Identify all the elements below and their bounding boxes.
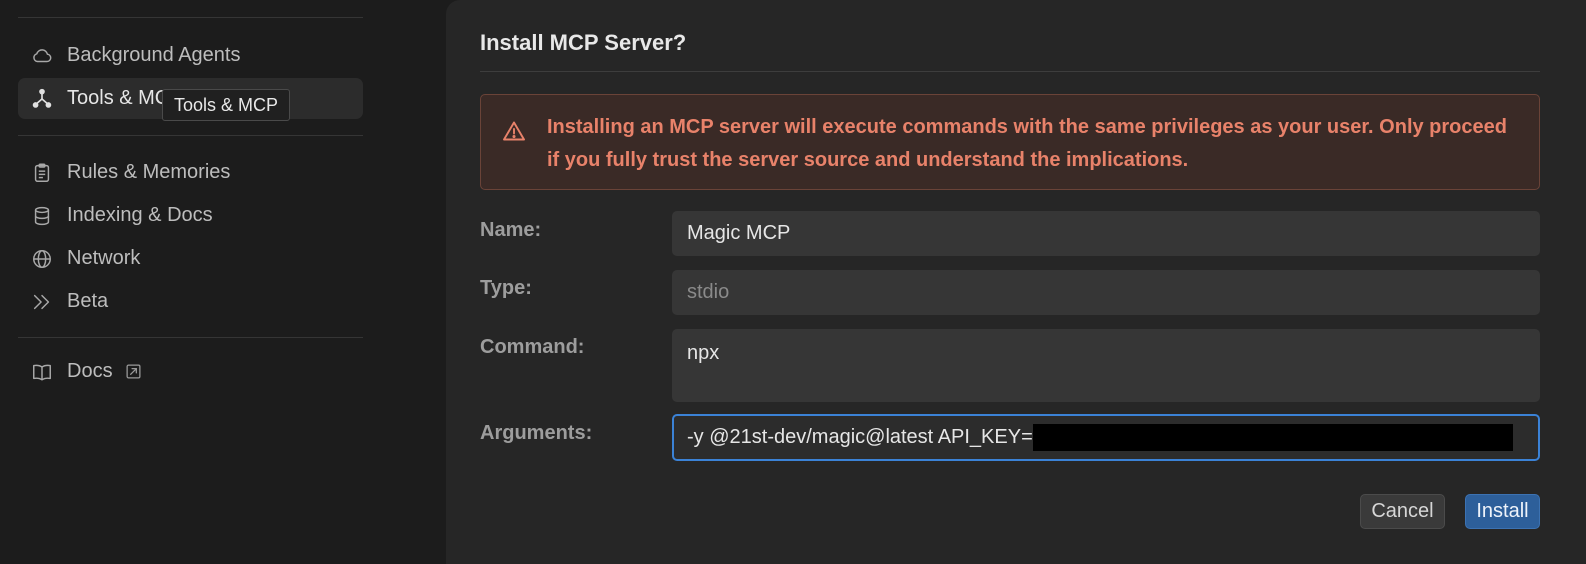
type-field-value: stdio [687,281,730,303]
name-label: Name: [480,219,542,241]
warning-message: Installing an MCP server will execute co… [547,116,1507,171]
sidebar-item-network[interactable]: Network [18,238,363,279]
sidebar-item-label: Background Agents [67,44,241,66]
name-field[interactable]: Magic MCP [672,211,1540,256]
sidebar-item-docs[interactable]: Docs [18,351,363,392]
tooltip: Tools & MCP [162,89,291,121]
sidebar-item-rules-memories[interactable]: Rules & Memories [18,152,363,193]
sidebar-item-indexing-docs[interactable]: Indexing & Docs [18,195,363,236]
book-icon [30,360,54,384]
install-mcp-dialog: Install MCP Server? Installing an MCP se… [446,0,1586,564]
warning-triangle-icon [502,119,526,143]
sidebar-item-label: Rules & Memories [67,161,231,183]
title-divider [480,71,1540,72]
redacted-api-key [1032,424,1513,451]
arguments-label: Arguments: [480,422,593,444]
globe-icon [30,247,54,271]
command-field-value: npx [687,342,720,364]
type-label: Type: [480,277,532,299]
command-label: Command: [480,336,585,358]
install-button[interactable]: Install [1465,494,1540,529]
cloud-icon [30,44,54,68]
sidebar-divider [18,337,363,338]
double-chevron-icon [30,290,54,314]
name-field-value: Magic MCP [687,222,791,244]
warning-banner: Installing an MCP server will execute co… [480,94,1540,190]
sidebar-divider [18,17,363,18]
sidebar-item-beta[interactable]: Beta [18,281,363,322]
arguments-field-value: -y @21st-dev/magic@latest API_KEY= [687,426,1033,448]
database-icon [30,204,54,228]
sidebar-item-label: Beta [67,290,109,312]
type-field: stdio [672,270,1540,315]
arguments-field[interactable]: -y @21st-dev/magic@latest API_KEY= [672,414,1540,461]
cancel-button[interactable]: Cancel [1360,494,1445,529]
command-field[interactable]: npx [672,329,1540,402]
settings-window: Background Agents Tools & MCP Rules & Me… [0,0,1586,564]
external-link-icon [125,363,142,380]
sidebar-item-label: Indexing & Docs [67,204,213,226]
sidebar-item-label: Network [67,247,141,269]
clipboard-icon [30,161,54,185]
sidebar-divider [18,135,363,136]
settings-sidebar: Background Agents Tools & MCP Rules & Me… [0,0,380,564]
tools-network-icon [30,87,54,111]
sidebar-item-label: Docs [67,360,113,382]
dialog-title: Install MCP Server? [480,30,687,55]
sidebar-item-background-agents[interactable]: Background Agents [18,35,363,76]
